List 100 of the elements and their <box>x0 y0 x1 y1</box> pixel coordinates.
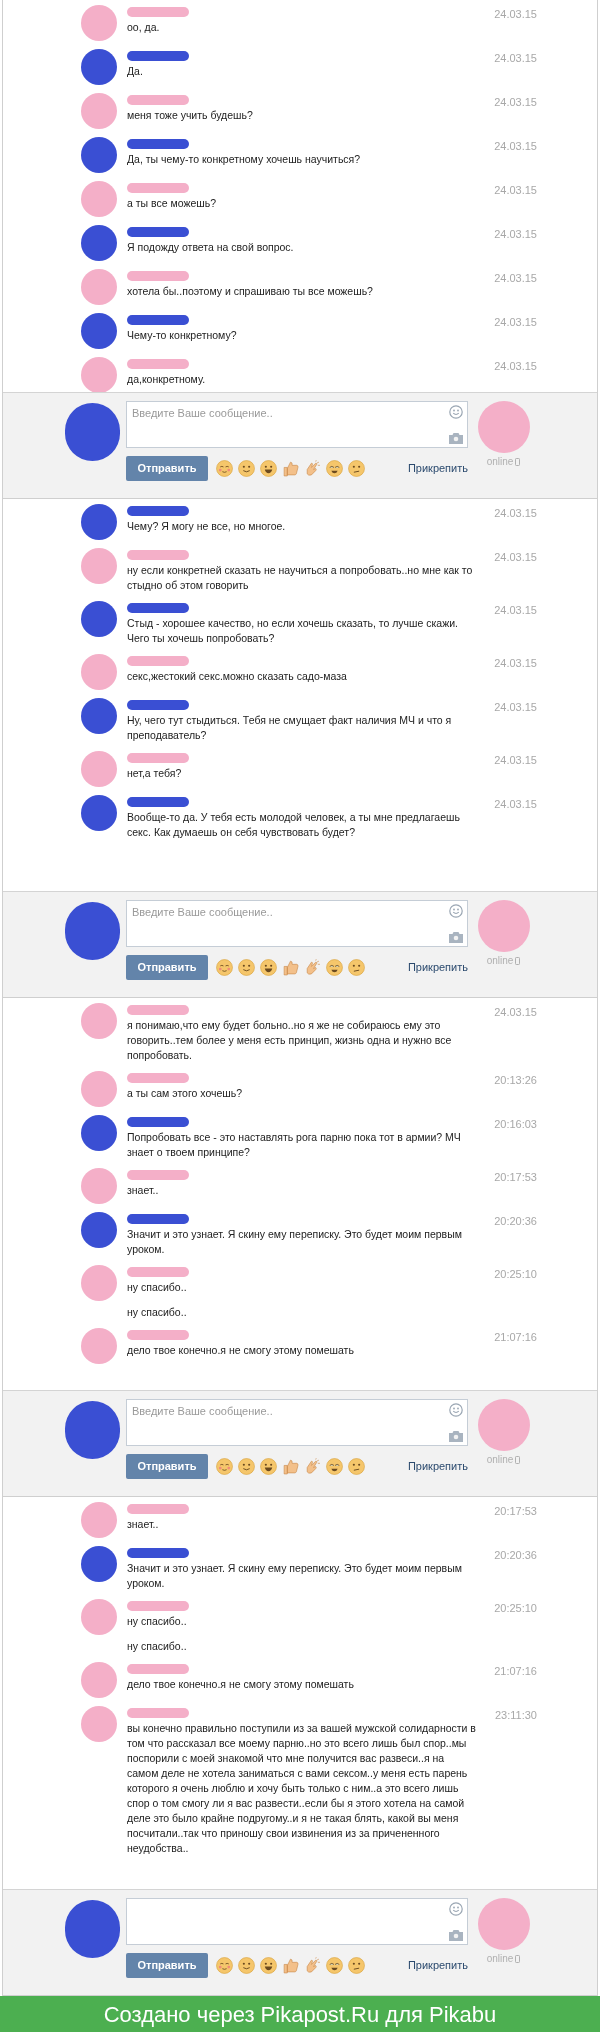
contact-avatar[interactable] <box>477 401 530 453</box>
redacted-name[interactable] <box>127 797 189 807</box>
message-text: ну спасибо.. <box>127 1305 188 1320</box>
clapping-hands-icon[interactable] <box>304 1957 321 1974</box>
laughing-face-icon[interactable] <box>326 959 343 976</box>
message-text: а ты все можешь? <box>127 196 218 211</box>
user-avatar[interactable] <box>65 1401 120 1459</box>
redacted-name[interactable] <box>127 315 189 325</box>
message-text: Чему? Я могу не все, но многое. <box>127 519 287 534</box>
message-input[interactable]: Введите Ваше сообщение.. <box>126 1399 468 1446</box>
blushing-face-icon[interactable] <box>216 1458 233 1475</box>
message-input[interactable]: Введите Ваше сообщение.. <box>126 900 468 947</box>
message-date: 21:07:16 <box>494 1330 537 1345</box>
redacted-name[interactable] <box>127 1117 189 1127</box>
send-button[interactable]: Отправить <box>126 955 208 980</box>
clapping-hands-icon[interactable] <box>304 1458 321 1475</box>
confused-face-icon[interactable] <box>348 460 365 477</box>
message-date: 20:13:26 <box>494 1073 537 1088</box>
avatar[interactable] <box>81 698 117 734</box>
user-avatar[interactable] <box>65 1900 120 1958</box>
message-text: а ты сам этого хочешь? <box>127 1086 244 1101</box>
grinning-face-icon[interactable] <box>260 1458 277 1475</box>
camera-icon[interactable] <box>449 1431 463 1442</box>
send-button[interactable]: Отправить <box>126 456 208 481</box>
avatar[interactable] <box>81 225 117 261</box>
smile-icon[interactable] <box>449 405 463 419</box>
camera-icon[interactable] <box>449 433 463 444</box>
send-button[interactable]: Отправить <box>126 1454 208 1479</box>
avatar[interactable] <box>81 49 117 85</box>
redacted-name[interactable] <box>127 139 189 149</box>
camera-icon[interactable] <box>449 1930 463 1941</box>
grinning-face-icon[interactable] <box>260 460 277 477</box>
redacted-name[interactable] <box>127 1214 189 1224</box>
attach-link[interactable]: Прикрепить <box>407 1458 468 1475</box>
blushing-face-icon[interactable] <box>216 959 233 976</box>
message-input[interactable]: Введите Ваше сообщение.. <box>126 401 468 448</box>
message-text: Я подожду ответа на свой вопрос. <box>127 240 295 255</box>
thumbs-up-icon[interactable] <box>282 460 299 477</box>
grinning-face-icon[interactable] <box>260 1957 277 1974</box>
smile-icon[interactable] <box>449 904 463 918</box>
message-text: хотела бы..поэтому и спрашиваю ты все можешь? <box>127 284 374 299</box>
confused-face-icon[interactable] <box>348 959 365 976</box>
confused-face-icon[interactable] <box>348 1957 365 1974</box>
message-text: Да. <box>127 64 144 79</box>
avatar[interactable] <box>81 504 117 540</box>
user-avatar[interactable] <box>65 902 120 960</box>
laughing-face-icon[interactable] <box>326 460 343 477</box>
redacted-name[interactable] <box>127 700 189 710</box>
online-status: online <box>486 455 514 469</box>
laughing-face-icon[interactable] <box>326 1957 343 1974</box>
redacted-name[interactable] <box>127 603 189 613</box>
camera-icon[interactable] <box>449 932 463 943</box>
grinning-face-icon[interactable] <box>260 959 277 976</box>
avatar[interactable] <box>81 795 117 831</box>
blushing-face-icon[interactable] <box>216 1957 233 1974</box>
message-text: ну спасибо.. <box>127 1614 188 1629</box>
message-date: 20:20:36 <box>494 1214 537 1229</box>
avatar[interactable] <box>81 1546 117 1582</box>
attach-link[interactable]: Прикрепить <box>407 1957 468 1974</box>
redacted-name[interactable] <box>127 227 189 237</box>
redacted-name[interactable] <box>127 1548 189 1558</box>
redacted-name[interactable] <box>127 51 189 61</box>
online-status: online <box>486 1453 514 1467</box>
message-input[interactable] <box>126 1898 468 1945</box>
thumbs-up-icon[interactable] <box>282 1957 299 1974</box>
message-date: 24.03.15 <box>494 139 537 154</box>
contact-avatar[interactable] <box>477 900 530 952</box>
smiling-face-icon[interactable] <box>238 959 255 976</box>
smile-icon[interactable] <box>449 1902 463 1916</box>
send-button[interactable]: Отправить <box>126 1953 208 1978</box>
smiling-face-icon[interactable] <box>238 1957 255 1974</box>
blushing-face-icon[interactable] <box>216 460 233 477</box>
smile-icon[interactable] <box>449 1403 463 1417</box>
contact-avatar[interactable] <box>477 1399 530 1451</box>
thumbs-up-icon[interactable] <box>282 959 299 976</box>
contact-avatar[interactable] <box>477 1898 530 1950</box>
message-text: Чему-то конкретному? <box>127 328 238 343</box>
redacted-name[interactable] <box>127 506 189 516</box>
confused-face-icon[interactable] <box>348 1458 365 1475</box>
laughing-face-icon[interactable] <box>326 1458 343 1475</box>
message-date: 24.03.15 <box>494 227 537 242</box>
smiling-face-icon[interactable] <box>238 460 255 477</box>
attach-link[interactable]: Прикрепить <box>407 959 468 976</box>
user-avatar[interactable] <box>65 403 120 461</box>
message-date: 24.03.15 <box>494 700 537 715</box>
avatar[interactable] <box>81 137 117 173</box>
smiling-face-icon[interactable] <box>238 1458 255 1475</box>
thumbs-up-icon[interactable] <box>282 1458 299 1475</box>
message-date: 20:25:10 <box>494 1267 537 1282</box>
clapping-hands-icon[interactable] <box>304 460 321 477</box>
clapping-hands-icon[interactable] <box>304 959 321 976</box>
avatar[interactable] <box>81 1212 117 1248</box>
message-date: 24.03.15 <box>494 603 537 618</box>
message-date: 24.03.15 <box>494 315 537 330</box>
message-date: 24.03.15 <box>494 7 537 22</box>
avatar[interactable] <box>81 601 117 637</box>
avatar[interactable] <box>81 313 117 349</box>
attach-link[interactable]: Прикрепить <box>407 460 468 477</box>
avatar[interactable] <box>81 1115 117 1151</box>
message-date: 24.03.15 <box>494 506 537 521</box>
